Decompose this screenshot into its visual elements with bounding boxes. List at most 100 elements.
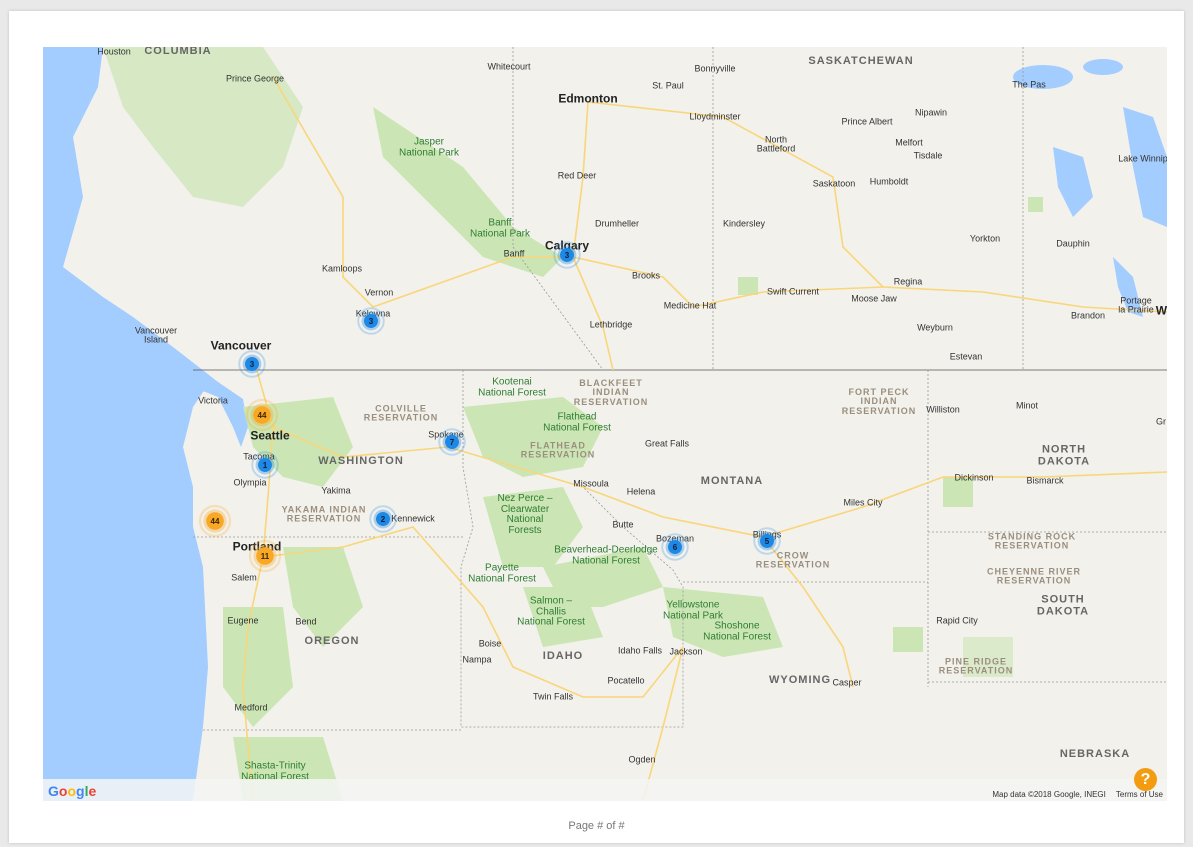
map-label-pineridge: PINE RIDGE RESERVATION [938, 656, 1014, 676]
map-label-swiftcurrent: Swift Current [766, 286, 820, 297]
marker-cluster-everett[interactable]: 44 [242, 395, 282, 435]
map-label-lethbridge: Lethbridge [589, 319, 633, 330]
map-label-princealbert: Prince Albert [841, 116, 893, 127]
map-label-flathead: Flathead National Forest [543, 411, 611, 433]
map-label-portage: Portage la Prairie [1118, 295, 1154, 315]
map-label-boise: Boise [478, 638, 502, 649]
map-label-idahofalls: Idaho Falls [617, 645, 663, 656]
cluster-count: 11 [260, 551, 270, 561]
map-label-shoshone: Shoshone National Forest [703, 620, 771, 642]
map-data-text: Map data ©2018 Google, INEGI [992, 790, 1106, 799]
map-label-nampa: Nampa [462, 654, 492, 665]
map-label-vernon: Vernon [364, 287, 394, 298]
map-label-wyoming: WYOMING [769, 674, 831, 687]
map-label-regina: Regina [893, 276, 923, 287]
map-label-bismarck: Bismarck [1026, 475, 1064, 486]
marker-cluster-kelowna[interactable]: 3 [354, 304, 388, 338]
cluster-count: 44 [210, 516, 220, 526]
map-label-salem: Salem [231, 572, 257, 583]
cluster-count: 3 [564, 250, 570, 260]
map-label-stpaul: St. Paul [652, 80, 684, 91]
map-label-yellowstone: Yellowstone National Park [662, 599, 724, 621]
page-number: Page # of # [568, 820, 625, 832]
map-label-yakamares: YAKAMA INDIAN RESERVATION [281, 504, 367, 524]
cluster-count: 2 [380, 514, 386, 524]
marker-cluster-calgary[interactable]: 3 [550, 238, 584, 272]
map-label-beaverhead: Beaverhead-Deerlodge National Forest [554, 544, 658, 566]
map-label-eugene: Eugene [227, 615, 259, 626]
map-label-princegeorge: Prince George [225, 73, 285, 84]
marker-cluster-billings[interactable]: 5 [750, 524, 784, 558]
marker-cluster-spokane[interactable]: 7 [435, 425, 469, 459]
marker-cluster-olympia[interactable]: 1 [248, 448, 282, 482]
map-label-missoula: Missoula [573, 478, 609, 489]
map-label-washington: WASHINGTON [318, 455, 404, 468]
map-label-bonnyville: Bonnyville [694, 63, 736, 74]
map-label-minot: Minot [1015, 400, 1039, 411]
map-label-montana: MONTANA [700, 475, 764, 488]
map-label-greatfalls: Great Falls [644, 438, 690, 449]
help-icon[interactable]: ? [1134, 768, 1157, 791]
map-label-dauphin: Dauphin [1056, 238, 1090, 249]
terms-link[interactable]: Terms of Use [1116, 790, 1163, 799]
map-label-houston: Houston [97, 47, 131, 57]
map-label-kamloops: Kamloops [321, 263, 363, 274]
map-label-thepas: The Pas [1012, 79, 1046, 90]
map-label-salmonchallis: Salmon – Challis National Forest [517, 595, 585, 628]
map-label-saskatoon: Saskatoon [812, 178, 856, 189]
map-label-wi: Wi [1155, 303, 1167, 318]
map-label-bend: Bend [295, 616, 317, 627]
map-label-humboldt: Humboldt [869, 176, 909, 187]
map-label-williston: Williston [926, 404, 960, 415]
cluster-count: 5 [764, 536, 770, 546]
map-label-idaho: IDAHO [542, 650, 584, 663]
map-label-yakima: Yakima [321, 485, 351, 496]
map-label-northbattleford: North Battleford [756, 134, 796, 154]
marker-cluster-kennewick[interactable]: 2 [366, 502, 400, 536]
map-label-whitecourt: Whitecourt [487, 61, 531, 72]
marker-cluster-portland[interactable]: 11 [245, 536, 285, 576]
map-label-colville: COLVILLE RESERVATION [363, 403, 439, 423]
map-label-jackson: Jackson [669, 646, 703, 657]
map-label-nipawin: Nipawin [914, 107, 948, 118]
map-label-estevan: Estevan [949, 351, 983, 362]
map-label-standingrock: STANDING ROCK RESERVATION [987, 531, 1077, 551]
map-label-brooks: Brooks [631, 270, 661, 281]
map-label-pocatello: Pocatello [607, 675, 645, 686]
cluster-count: 7 [449, 437, 455, 447]
map-label-jasper: Jasper National Park [398, 136, 460, 158]
map-label-edmonton: Edmonton [558, 91, 618, 106]
marker-cluster-bozeman[interactable]: 6 [658, 530, 692, 564]
map-label-butte: Butte [612, 519, 634, 530]
map-label-fortpeck: FORT PECK INDIAN RESERVATION [841, 386, 917, 416]
map[interactable]: Houston COLUMBIA Whitecourt Bonnyville SASKA… [43, 47, 1167, 801]
help-label: ? [1140, 770, 1151, 788]
map-label-twinfalls: Twin Falls [532, 691, 574, 702]
map-label-medicinehat: Medicine Hat [663, 300, 717, 311]
map-label-northdakota: NORTH DAKOTA [1037, 443, 1091, 467]
marker-cluster-coast[interactable]: 44 [195, 501, 235, 541]
print-page: Houston COLUMBIA Whitecourt Bonnyville SASKA… [9, 11, 1184, 843]
marker-cluster-vancouver[interactable]: 3 [235, 347, 269, 381]
map-label-yorkton: Yorkton [969, 233, 1001, 244]
map-label-ogden: Ogden [628, 754, 656, 765]
map-label-blackfeet: BLACKFEET INDIAN RESERVATION [573, 377, 649, 407]
map-label-rapidcity: Rapid City [936, 615, 978, 626]
map-footer: Google Map data ©2018 Google, INEGI Term… [43, 779, 1167, 801]
map-label-gr: Gr [1156, 416, 1166, 427]
map-label-casper: Casper [832, 677, 862, 688]
cluster-count: 6 [672, 542, 678, 552]
map-label-nezperce: Nez Perce – Clearwater National Forests [497, 493, 553, 536]
map-label-kootenai: Kootenai National Forest [478, 376, 546, 398]
cluster-count: 3 [249, 359, 255, 369]
map-label-kindersley: Kindersley [722, 218, 766, 229]
map-label-medford: Medford [234, 702, 268, 713]
map-label-vancouverisland: Vancouver Island [134, 325, 178, 345]
cluster-count: 3 [368, 316, 374, 326]
map-label-victoria: Victoria [198, 395, 228, 406]
cluster-count: 1 [262, 460, 268, 470]
google-logo: Google [48, 783, 97, 799]
map-label-moosejaw: Moose Jaw [851, 293, 897, 304]
map-label-reddeer: Red Deer [557, 170, 597, 181]
map-label-cheyenneriver: CHEYENNE RIVER RESERVATION [986, 566, 1082, 586]
